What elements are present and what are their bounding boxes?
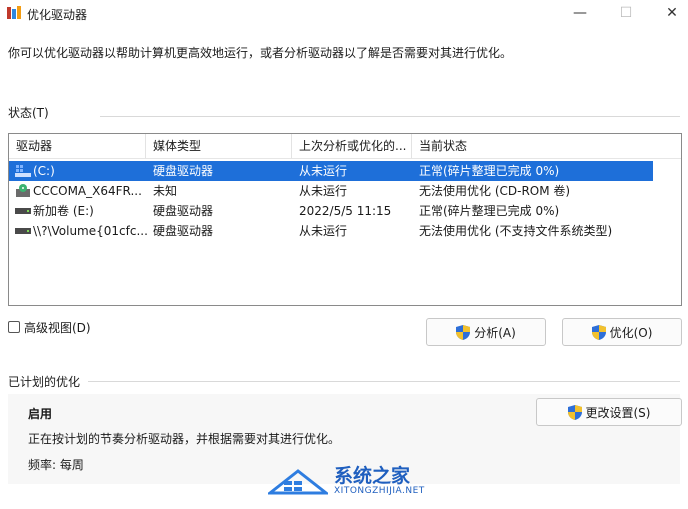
drive-name: 新加卷 (E:) bbox=[33, 204, 94, 218]
column-header-current-status[interactable]: 当前状态 bbox=[412, 134, 681, 159]
change-settings-button-label: 更改设置(S) bbox=[585, 405, 651, 420]
intro-text: 你可以优化驱动器以帮助计算机更高效地运行，或者分析驱动器以了解是否需要对其进行优… bbox=[8, 46, 513, 60]
drive-row-c[interactable]: (C:) 硬盘驱动器 从未运行 正常(碎片整理已完成 0%) bbox=[9, 161, 653, 181]
drive-last-run: 2022/5/5 11:15 bbox=[299, 204, 392, 218]
drive-list[interactable]: 驱动器 媒体类型 上次分析或优化的... 当前状态 (C:) 硬盘驱动器 从未运… bbox=[8, 133, 682, 306]
drive-media-type: 未知 bbox=[153, 184, 178, 198]
optimize-button-label: 优化(O) bbox=[609, 325, 653, 340]
system-drive-icon bbox=[15, 165, 31, 177]
defrag-app-icon bbox=[7, 6, 21, 19]
column-header-drive[interactable]: 驱动器 bbox=[9, 134, 146, 159]
drive-status: 正常(碎片整理已完成 0%) bbox=[419, 164, 560, 178]
status-group-divider bbox=[100, 116, 680, 117]
close-button[interactable]: ✕ bbox=[649, 0, 688, 28]
drive-row-volume[interactable]: \\?\Volume{01cfc... 硬盘驱动器 从未运行 无法使用优化 (不… bbox=[9, 221, 653, 241]
uac-shield-icon bbox=[567, 404, 582, 420]
watermark-url: XITONGZHIJIA.NET bbox=[334, 486, 425, 496]
drive-status: 无法使用优化 (CD-ROM 卷) bbox=[419, 184, 571, 198]
analyze-button-label: 分析(A) bbox=[474, 325, 516, 340]
drive-last-run: 从未运行 bbox=[299, 224, 348, 238]
advanced-view-checkbox[interactable] bbox=[8, 321, 20, 333]
uac-shield-icon bbox=[456, 324, 471, 340]
drive-media-type: 硬盘驱动器 bbox=[153, 204, 214, 218]
drive-status: 无法使用优化 (不支持文件系统类型) bbox=[419, 224, 613, 238]
analyze-button[interactable]: 分析(A) bbox=[426, 318, 546, 346]
scheduled-group-divider bbox=[88, 381, 680, 382]
cdrom-drive-icon bbox=[16, 184, 30, 197]
minimize-button[interactable]: — bbox=[557, 0, 603, 28]
window-title: 优化驱动器 bbox=[27, 8, 88, 22]
drive-media-type: 硬盘驱动器 bbox=[153, 224, 214, 238]
column-header-media-type[interactable]: 媒体类型 bbox=[146, 134, 292, 159]
drive-name: CCCOMA_X64FR... bbox=[33, 184, 142, 198]
title-bar: 优化驱动器 — ☐ ✕ bbox=[0, 0, 688, 28]
optimize-button[interactable]: 优化(O) bbox=[562, 318, 682, 346]
drive-status: 正常(碎片整理已完成 0%) bbox=[419, 204, 560, 218]
watermark-name: 系统之家 bbox=[334, 465, 411, 487]
uac-shield-icon bbox=[591, 324, 606, 340]
hard-drive-icon bbox=[15, 208, 31, 214]
advanced-view-label[interactable]: 高级视图(D) bbox=[24, 319, 91, 336]
drive-row-e[interactable]: 新加卷 (E:) 硬盘驱动器 2022/5/5 11:15 正常(碎片整理已完成… bbox=[9, 201, 653, 221]
scheduled-group-label: 已计划的优化 bbox=[8, 373, 87, 390]
drive-name: (C:) bbox=[33, 164, 55, 178]
schedule-enabled-status: 启用 bbox=[28, 407, 53, 421]
hard-drive-icon bbox=[15, 228, 31, 234]
drive-row-cdrom[interactable]: CCCOMA_X64FR... 未知 从未运行 无法使用优化 (CD-ROM 卷… bbox=[9, 181, 653, 201]
status-group-label: 状态(T) bbox=[8, 104, 55, 121]
drive-last-run: 从未运行 bbox=[299, 164, 348, 178]
maximize-button[interactable]: ☐ bbox=[603, 0, 649, 28]
column-header-last-run[interactable]: 上次分析或优化的... bbox=[292, 134, 412, 159]
drive-media-type: 硬盘驱动器 bbox=[153, 164, 214, 178]
drive-name: \\?\Volume{01cfc... bbox=[33, 224, 148, 238]
drive-last-run: 从未运行 bbox=[299, 184, 348, 198]
watermark-logo-icon bbox=[268, 469, 328, 495]
schedule-frequency: 频率: 每周 bbox=[28, 458, 84, 472]
schedule-description: 正在按计划的节奏分析驱动器，并根据需要对其进行优化。 bbox=[28, 432, 341, 446]
change-settings-button[interactable]: 更改设置(S) bbox=[536, 398, 682, 426]
